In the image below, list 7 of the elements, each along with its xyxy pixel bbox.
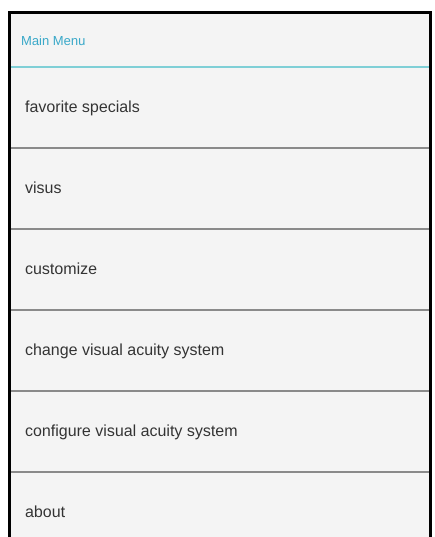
- menu-item[interactable]: customize: [11, 230, 429, 311]
- menu-item[interactable]: favorite specials: [11, 68, 429, 149]
- menu-item[interactable]: change visual acuity system: [11, 311, 429, 392]
- menu-item[interactable]: about: [11, 473, 429, 537]
- menu-item[interactable]: visus: [11, 149, 429, 230]
- menu-title: Main Menu: [21, 32, 86, 48]
- menu-item[interactable]: configure visual acuity system: [11, 392, 429, 473]
